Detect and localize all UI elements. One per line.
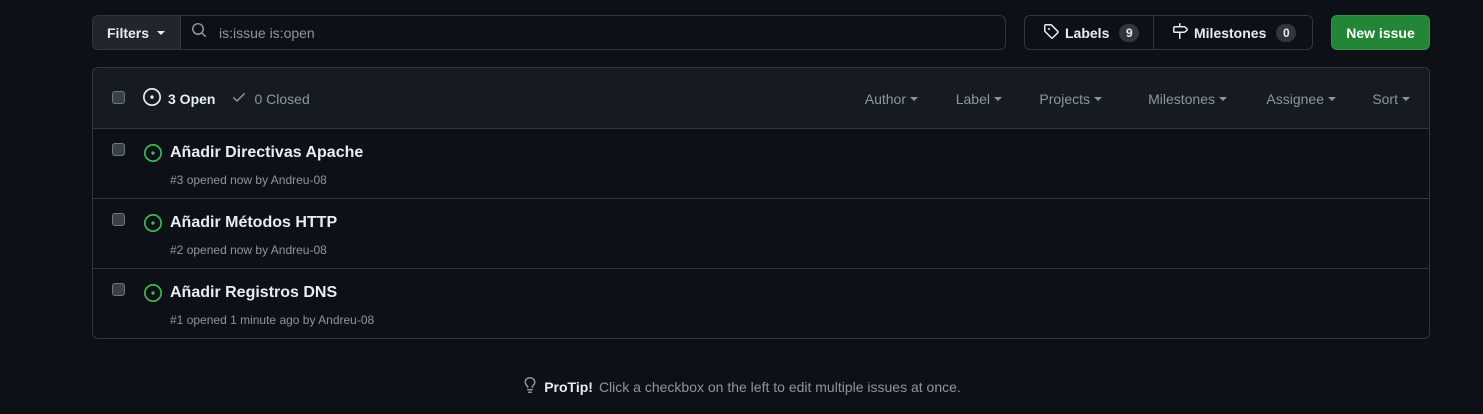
chevron-down-icon	[1402, 97, 1410, 101]
issue-opened-text: opened now by	[186, 243, 269, 257]
protip: ProTip! Click a checkbox on the left to …	[0, 377, 1483, 396]
issue-row: Añadir Registros DNS #1 opened 1 minute …	[93, 269, 1429, 338]
issue-number: #1	[170, 313, 184, 327]
issue-number: #2	[170, 243, 184, 257]
issue-meta: #2 opened now by Andreu-08	[170, 243, 327, 257]
filters-button-label: Filters	[107, 24, 150, 41]
milestones-button-label: Milestones	[1194, 24, 1267, 41]
labels-milestones-group: Labels 9 Milestones 0	[1024, 15, 1313, 50]
issue-opened-icon	[143, 88, 161, 109]
milestones-menu[interactable]: Milestones	[1148, 91, 1227, 107]
issue-meta: #3 opened now by Andreu-08	[170, 173, 327, 187]
new-issue-button[interactable]: New issue	[1331, 15, 1430, 50]
issue-number: #3	[170, 173, 184, 187]
issue-checkbox[interactable]	[112, 213, 125, 226]
open-issues-label: 3 Open	[168, 90, 216, 107]
issue-title-link[interactable]: Añadir Directivas Apache	[170, 144, 363, 162]
chevron-down-icon	[157, 31, 166, 35]
label-menu[interactable]: Label	[956, 91, 1002, 107]
labels-button[interactable]: Labels 9	[1025, 16, 1153, 49]
author-menu-label: Author	[864, 90, 906, 107]
issue-opened-icon	[144, 214, 162, 237]
issue-author-link[interactable]: Andreu-08	[271, 173, 327, 187]
label-menu-label: Label	[955, 90, 990, 107]
issues-list: 3 Open 0 Closed Author Label Projects Mi…	[92, 67, 1430, 339]
search-box	[181, 16, 1005, 49]
chevron-down-icon	[1094, 97, 1102, 101]
filters-button[interactable]: Filters	[93, 16, 181, 49]
milestones-menu-label: Milestones	[1148, 90, 1215, 107]
issues-list-header: 3 Open 0 Closed Author Label Projects Mi…	[93, 68, 1429, 129]
chevron-down-icon	[910, 97, 918, 101]
author-menu[interactable]: Author	[865, 91, 918, 107]
assignee-menu-label: Assignee	[1266, 90, 1324, 107]
issue-opened-icon	[144, 144, 162, 167]
labels-count-badge: 9	[1119, 23, 1140, 42]
tag-icon	[1043, 23, 1059, 42]
filters-search-group: Filters	[92, 15, 1006, 50]
issue-author-link[interactable]: Andreu-08	[271, 243, 327, 257]
labels-button-label: Labels	[1065, 24, 1110, 41]
closed-issues-tab[interactable]: 0 Closed	[231, 89, 310, 108]
milestone-icon	[1172, 23, 1188, 42]
search-icon	[191, 22, 207, 43]
check-icon	[231, 89, 247, 108]
projects-menu[interactable]: Projects	[1039, 91, 1102, 107]
open-issues-tab[interactable]: 3 Open	[143, 88, 215, 109]
chevron-down-icon	[1219, 97, 1227, 101]
issue-meta: #1 opened 1 minute ago by Andreu-08	[170, 313, 374, 327]
closed-issues-label: 0 Closed	[254, 90, 310, 107]
search-input[interactable]	[217, 23, 1005, 42]
issue-title-link[interactable]: Añadir Métodos HTTP	[170, 214, 337, 232]
issue-state-tabs: 3 Open 0 Closed	[143, 68, 310, 129]
issue-checkbox[interactable]	[112, 283, 125, 296]
sort-menu[interactable]: Sort	[1372, 91, 1410, 107]
issue-opened-text: opened 1 minute ago by	[186, 313, 316, 327]
select-all-checkbox[interactable]	[112, 91, 125, 104]
chevron-down-icon	[1328, 97, 1336, 101]
issue-row: Añadir Métodos HTTP #2 opened now by And…	[93, 199, 1429, 269]
protip-text: Click a checkbox on the left to edit mul…	[598, 378, 961, 395]
light-bulb-icon	[522, 377, 538, 396]
projects-menu-label: Projects	[1039, 90, 1090, 107]
issue-checkbox[interactable]	[112, 143, 125, 156]
milestones-button[interactable]: Milestones 0	[1153, 16, 1312, 49]
issue-author-link[interactable]: Andreu-08	[318, 313, 374, 327]
assignee-menu[interactable]: Assignee	[1266, 91, 1336, 107]
issue-opened-text: opened now by	[186, 173, 269, 187]
milestones-count-badge: 0	[1276, 23, 1297, 42]
issue-title-link[interactable]: Añadir Registros DNS	[170, 284, 337, 302]
issue-opened-icon	[144, 284, 162, 307]
sort-menu-label: Sort	[1372, 90, 1398, 107]
protip-label: ProTip!	[544, 378, 593, 395]
issues-toolbar: Filters Labels 9 Milestones 0 New issue	[92, 15, 1430, 50]
chevron-down-icon	[994, 97, 1002, 101]
issue-row: Añadir Directivas Apache #3 opened now b…	[93, 129, 1429, 199]
